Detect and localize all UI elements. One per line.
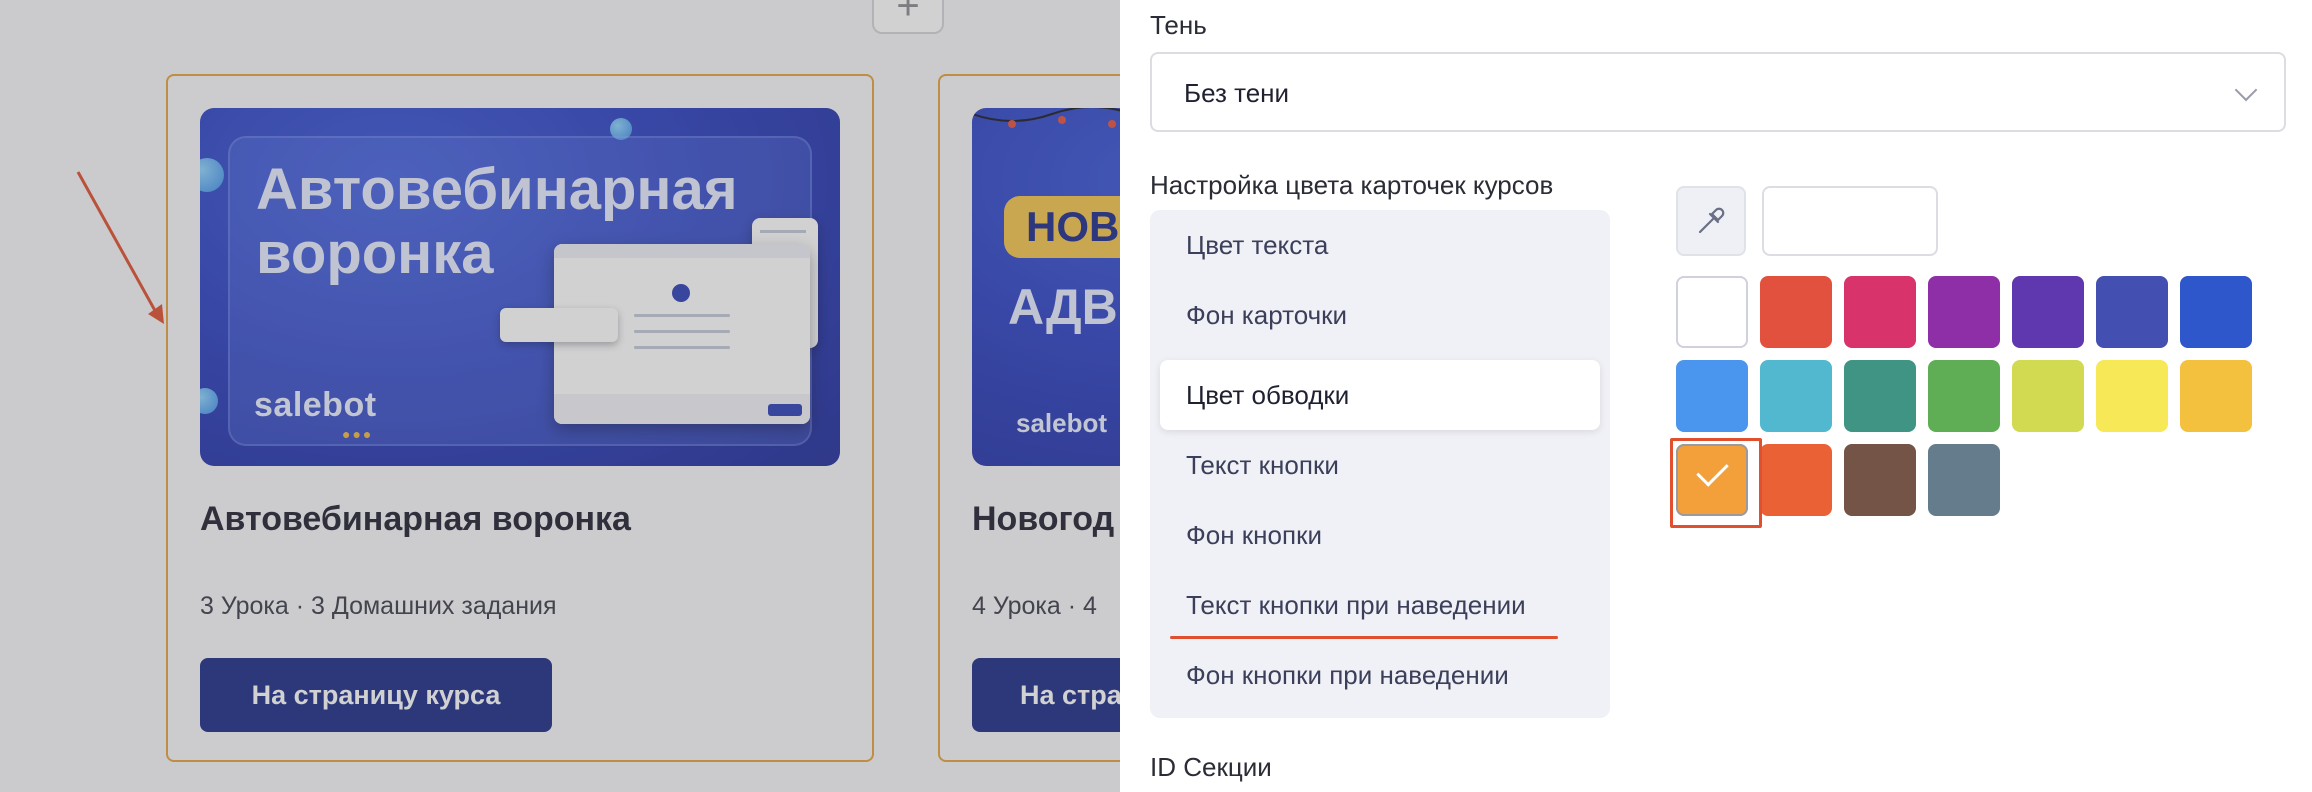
- selected-color-highlight: [1670, 438, 1762, 528]
- course-page-background: + Автовебинарная воронка salebot ●●● Авт…: [0, 0, 1120, 792]
- course-card-title: Автовебинарная воронка: [200, 500, 631, 538]
- card-colors-label: Настройка цвета карточек курсов: [1150, 170, 1554, 200]
- course-card[interactable]: Автовебинарная воронка salebot ●●● Автов…: [166, 74, 874, 762]
- add-block-button[interactable]: +: [872, 0, 944, 34]
- color-swatch[interactable]: [2096, 276, 2168, 348]
- menu-item-button-text[interactable]: Текст кнопки: [1160, 430, 1600, 500]
- menu-item-border-color[interactable]: Цвет обводки: [1160, 360, 1600, 430]
- garland-icon: [972, 108, 1120, 128]
- logo-dots-icon: ●●●: [342, 426, 374, 442]
- menu-item-button-background[interactable]: Фон кнопки: [1160, 500, 1600, 570]
- course-card-meta: 4 Урока · 4: [972, 592, 1097, 620]
- chevron-down-icon: [2234, 78, 2258, 102]
- color-swatch[interactable]: [1928, 444, 2000, 516]
- salebot-logo: salebot: [1016, 408, 1108, 438]
- course-cover-image: НОВО АДВЕ salebot: [972, 108, 1120, 466]
- salebot-logo: salebot: [254, 386, 377, 424]
- color-swatch[interactable]: [1928, 276, 2000, 348]
- color-swatch[interactable]: [1844, 444, 1916, 516]
- menu-item-button-text-hover[interactable]: Текст кнопки при наведении: [1160, 570, 1600, 640]
- menu-item-card-background[interactable]: Фон карточки: [1160, 280, 1600, 350]
- shadow-label: Тень: [1150, 10, 1207, 40]
- course-page-button[interactable]: На страницу курса: [200, 658, 552, 732]
- course-card-meta: 3 Урока · 3 Домашних задания: [200, 592, 557, 620]
- hex-color-input[interactable]: [1762, 186, 1938, 256]
- color-swatch[interactable]: [1676, 276, 1748, 348]
- course-card[interactable]: НОВО АДВЕ salebot Новогод 4 Урока · 4 На…: [938, 74, 1120, 762]
- color-swatch[interactable]: [1676, 360, 1748, 432]
- color-swatch[interactable]: [1760, 276, 1832, 348]
- color-swatch[interactable]: [2096, 360, 2168, 432]
- course-page-button[interactable]: На стра: [972, 658, 1120, 732]
- cover-badge: НОВО: [1004, 196, 1120, 258]
- eyedropper-icon: [1698, 207, 1725, 234]
- color-swatch[interactable]: [1844, 360, 1916, 432]
- eyedropper-button[interactable]: [1676, 186, 1746, 256]
- color-swatch[interactable]: [1760, 360, 1832, 432]
- color-swatch[interactable]: [1844, 276, 1916, 348]
- color-swatch[interactable]: [2012, 276, 2084, 348]
- color-swatch[interactable]: [2180, 276, 2252, 348]
- color-target-menu: Цвет текста Фон карточки Цвет обводки Те…: [1150, 210, 1610, 718]
- cover-subtitle: АДВЕ: [1008, 279, 1120, 335]
- color-swatch[interactable]: [2180, 360, 2252, 432]
- shadow-select[interactable]: Без тени: [1150, 52, 2286, 132]
- shadow-select-value: Без тени: [1184, 78, 1290, 108]
- cover-title: Автовебинарная воронка: [256, 157, 738, 286]
- course-cover-image: Автовебинарная воронка salebot ●●●: [200, 108, 840, 466]
- settings-panel: Тень Без тени Настройка цвета карточек к…: [1120, 0, 2312, 792]
- active-item-underline: [1170, 636, 1558, 639]
- annotation-arrow-icon: [76, 171, 164, 324]
- menu-item-text-color[interactable]: Цвет текста: [1160, 210, 1600, 280]
- menu-item-button-background-hover[interactable]: Фон кнопки при наведении: [1160, 640, 1600, 710]
- course-card-title: Новогод: [972, 500, 1115, 538]
- plus-icon: +: [896, 0, 920, 28]
- color-swatch[interactable]: [1928, 360, 2000, 432]
- section-id-label: ID Секции: [1150, 752, 1272, 782]
- color-swatch[interactable]: [2012, 360, 2084, 432]
- color-swatch[interactable]: [1760, 444, 1832, 516]
